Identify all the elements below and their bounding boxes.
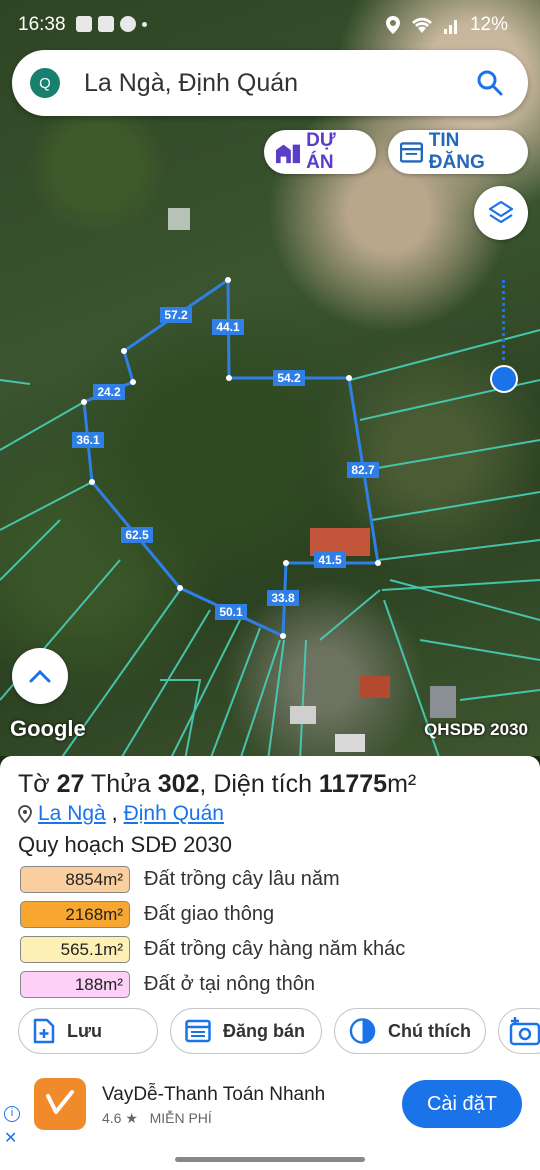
search-bar[interactable]: Q La Ngà, Định Quán bbox=[12, 50, 528, 116]
edge-label: 36.1 bbox=[76, 433, 100, 447]
land-use-label: Đất trồng cây lâu năm bbox=[144, 868, 340, 890]
signal-icon bbox=[443, 20, 457, 34]
projects-label: DỰ ÁN bbox=[306, 130, 336, 173]
edge-label: 82.7 bbox=[351, 463, 375, 477]
edge-label: 41.5 bbox=[318, 553, 342, 567]
district-link[interactable]: Định Quán bbox=[124, 802, 224, 826]
parcel-area: 11775 bbox=[318, 770, 388, 798]
lot-prefix: Thửa bbox=[84, 770, 158, 798]
location-trail bbox=[502, 280, 505, 360]
land-use-list: 8854m² Đất trồng cây lâu năm 2168m² Đất … bbox=[20, 862, 520, 1002]
ad-info-icon[interactable]: i bbox=[4, 1106, 20, 1122]
edge-label: 62.5 bbox=[125, 528, 149, 542]
listings-button[interactable]: TIN ĐĂNG bbox=[388, 130, 528, 174]
plan-title: Quy hoạch SDĐ 2030 bbox=[18, 832, 233, 857]
lot-number: 302 bbox=[157, 770, 200, 798]
search-query[interactable]: La Ngà, Định Quán bbox=[84, 69, 470, 98]
ad-title: VayDễ-Thanh Toán Nhanh bbox=[102, 1084, 326, 1105]
land-use-area: 2168m² bbox=[20, 901, 130, 928]
land-use-area: 8854m² bbox=[20, 866, 130, 893]
app-badge: Q bbox=[30, 68, 60, 98]
chevron-up-icon bbox=[29, 669, 51, 683]
edge-label: 44.1 bbox=[216, 320, 240, 334]
clock: 16:38 bbox=[18, 14, 66, 35]
hand-logo-icon bbox=[46, 1090, 74, 1114]
projects-button[interactable]: DỰ ÁN bbox=[264, 130, 376, 174]
land-use-row: 2168m² Đất giao thông bbox=[20, 897, 520, 932]
edge-label: 24.2 bbox=[97, 385, 121, 399]
land-use-row: 565.1m² Đất trồng cây hàng năm khác bbox=[20, 932, 520, 967]
search-icon bbox=[477, 70, 503, 96]
save-button[interactable]: Lưu bbox=[18, 1008, 158, 1054]
parcel-title: Tờ 27 Thửa 302, Diện tích 11775m² bbox=[18, 770, 416, 799]
messenger-icon bbox=[120, 16, 136, 32]
edge-label: 57.2 bbox=[164, 308, 188, 322]
buildings-icon bbox=[276, 144, 301, 164]
land-use-row: 188m² Đất ở tại nông thôn bbox=[20, 967, 520, 1002]
ad-rating-value: 4.6 ★ bbox=[102, 1110, 138, 1126]
ad-banner[interactable]: i ✕ VayDễ-Thanh Toán Nhanh 4.6 ★ MIỄN PH… bbox=[0, 1068, 540, 1148]
status-bar: 16:38 12% bbox=[0, 0, 540, 50]
more-notifications-icon bbox=[142, 21, 147, 27]
ad-close-icon[interactable]: ✕ bbox=[4, 1128, 17, 1148]
post-for-sale-button[interactable]: Đăng bán bbox=[170, 1008, 322, 1054]
area-unit: m² bbox=[387, 770, 417, 798]
contrast-icon bbox=[349, 1018, 376, 1044]
layers-button[interactable] bbox=[474, 186, 528, 240]
listing-card-icon bbox=[400, 142, 423, 163]
active-layer-label: QHSDĐ 2030 bbox=[424, 720, 528, 739]
ad-app-icon bbox=[34, 1078, 86, 1130]
post-for-sale-label: Đăng bán bbox=[223, 1020, 306, 1041]
battery-level: 12% bbox=[469, 14, 508, 35]
add-file-icon bbox=[33, 1018, 55, 1044]
land-use-row: 8854m² Đất trồng cây lâu năm bbox=[20, 862, 520, 897]
gallery-icon bbox=[76, 16, 92, 32]
add-photo-icon bbox=[509, 1017, 540, 1046]
ad-install-button[interactable]: Cài đặT bbox=[402, 1080, 522, 1128]
sheet-prefix: Tờ bbox=[18, 770, 57, 798]
search-button[interactable] bbox=[470, 63, 510, 103]
location-pin-icon bbox=[18, 805, 32, 823]
edge-label: 50.1 bbox=[219, 605, 243, 619]
listings-label: TIN ĐĂNG bbox=[428, 130, 485, 173]
parcel-address: La Ngà, Định Quán bbox=[18, 802, 224, 826]
area-prefix: , Diện tích bbox=[199, 770, 319, 798]
land-use-area: 188m² bbox=[20, 971, 130, 998]
expand-button[interactable] bbox=[12, 648, 68, 704]
add-photo-button[interactable] bbox=[498, 1008, 540, 1054]
wifi-icon bbox=[411, 17, 432, 33]
system-icons: 12% bbox=[385, 14, 508, 36]
location-icon bbox=[385, 16, 400, 34]
land-use-area: 565.1m² bbox=[20, 936, 130, 963]
ad-rating: 4.6 ★ MIỄN PHÍ bbox=[102, 1110, 212, 1127]
map-view[interactable]: 57.2 44.1 54.2 24.2 36.1 82.7 62.5 41.5 … bbox=[0, 0, 540, 756]
google-attribution: Google bbox=[10, 716, 86, 741]
notification-icons bbox=[76, 16, 147, 32]
address-separator: , bbox=[111, 802, 118, 825]
ad-price: MIỄN PHÍ bbox=[149, 1110, 212, 1126]
sheet-number: 27 bbox=[56, 770, 85, 798]
legend-label: Chú thích bbox=[388, 1020, 471, 1041]
zalo-icon bbox=[98, 16, 114, 32]
listing-card-icon bbox=[185, 1019, 211, 1043]
save-label: Lưu bbox=[67, 1020, 103, 1041]
land-use-label: Đất trồng cây hàng năm khác bbox=[144, 938, 406, 960]
commune-link[interactable]: La Ngà bbox=[38, 802, 106, 826]
my-location-marker[interactable] bbox=[490, 365, 518, 393]
action-buttons: Lưu Đăng bán Chú thích bbox=[18, 1008, 540, 1054]
legend-button[interactable]: Chú thích bbox=[334, 1008, 486, 1054]
edge-label: 54.2 bbox=[277, 371, 301, 385]
edge-label: 33.8 bbox=[271, 591, 295, 605]
layers-icon bbox=[488, 200, 514, 224]
land-use-label: Đất ở tại nông thôn bbox=[144, 973, 316, 995]
land-use-label: Đất giao thông bbox=[144, 903, 275, 925]
gesture-nav-handle[interactable] bbox=[175, 1157, 365, 1162]
